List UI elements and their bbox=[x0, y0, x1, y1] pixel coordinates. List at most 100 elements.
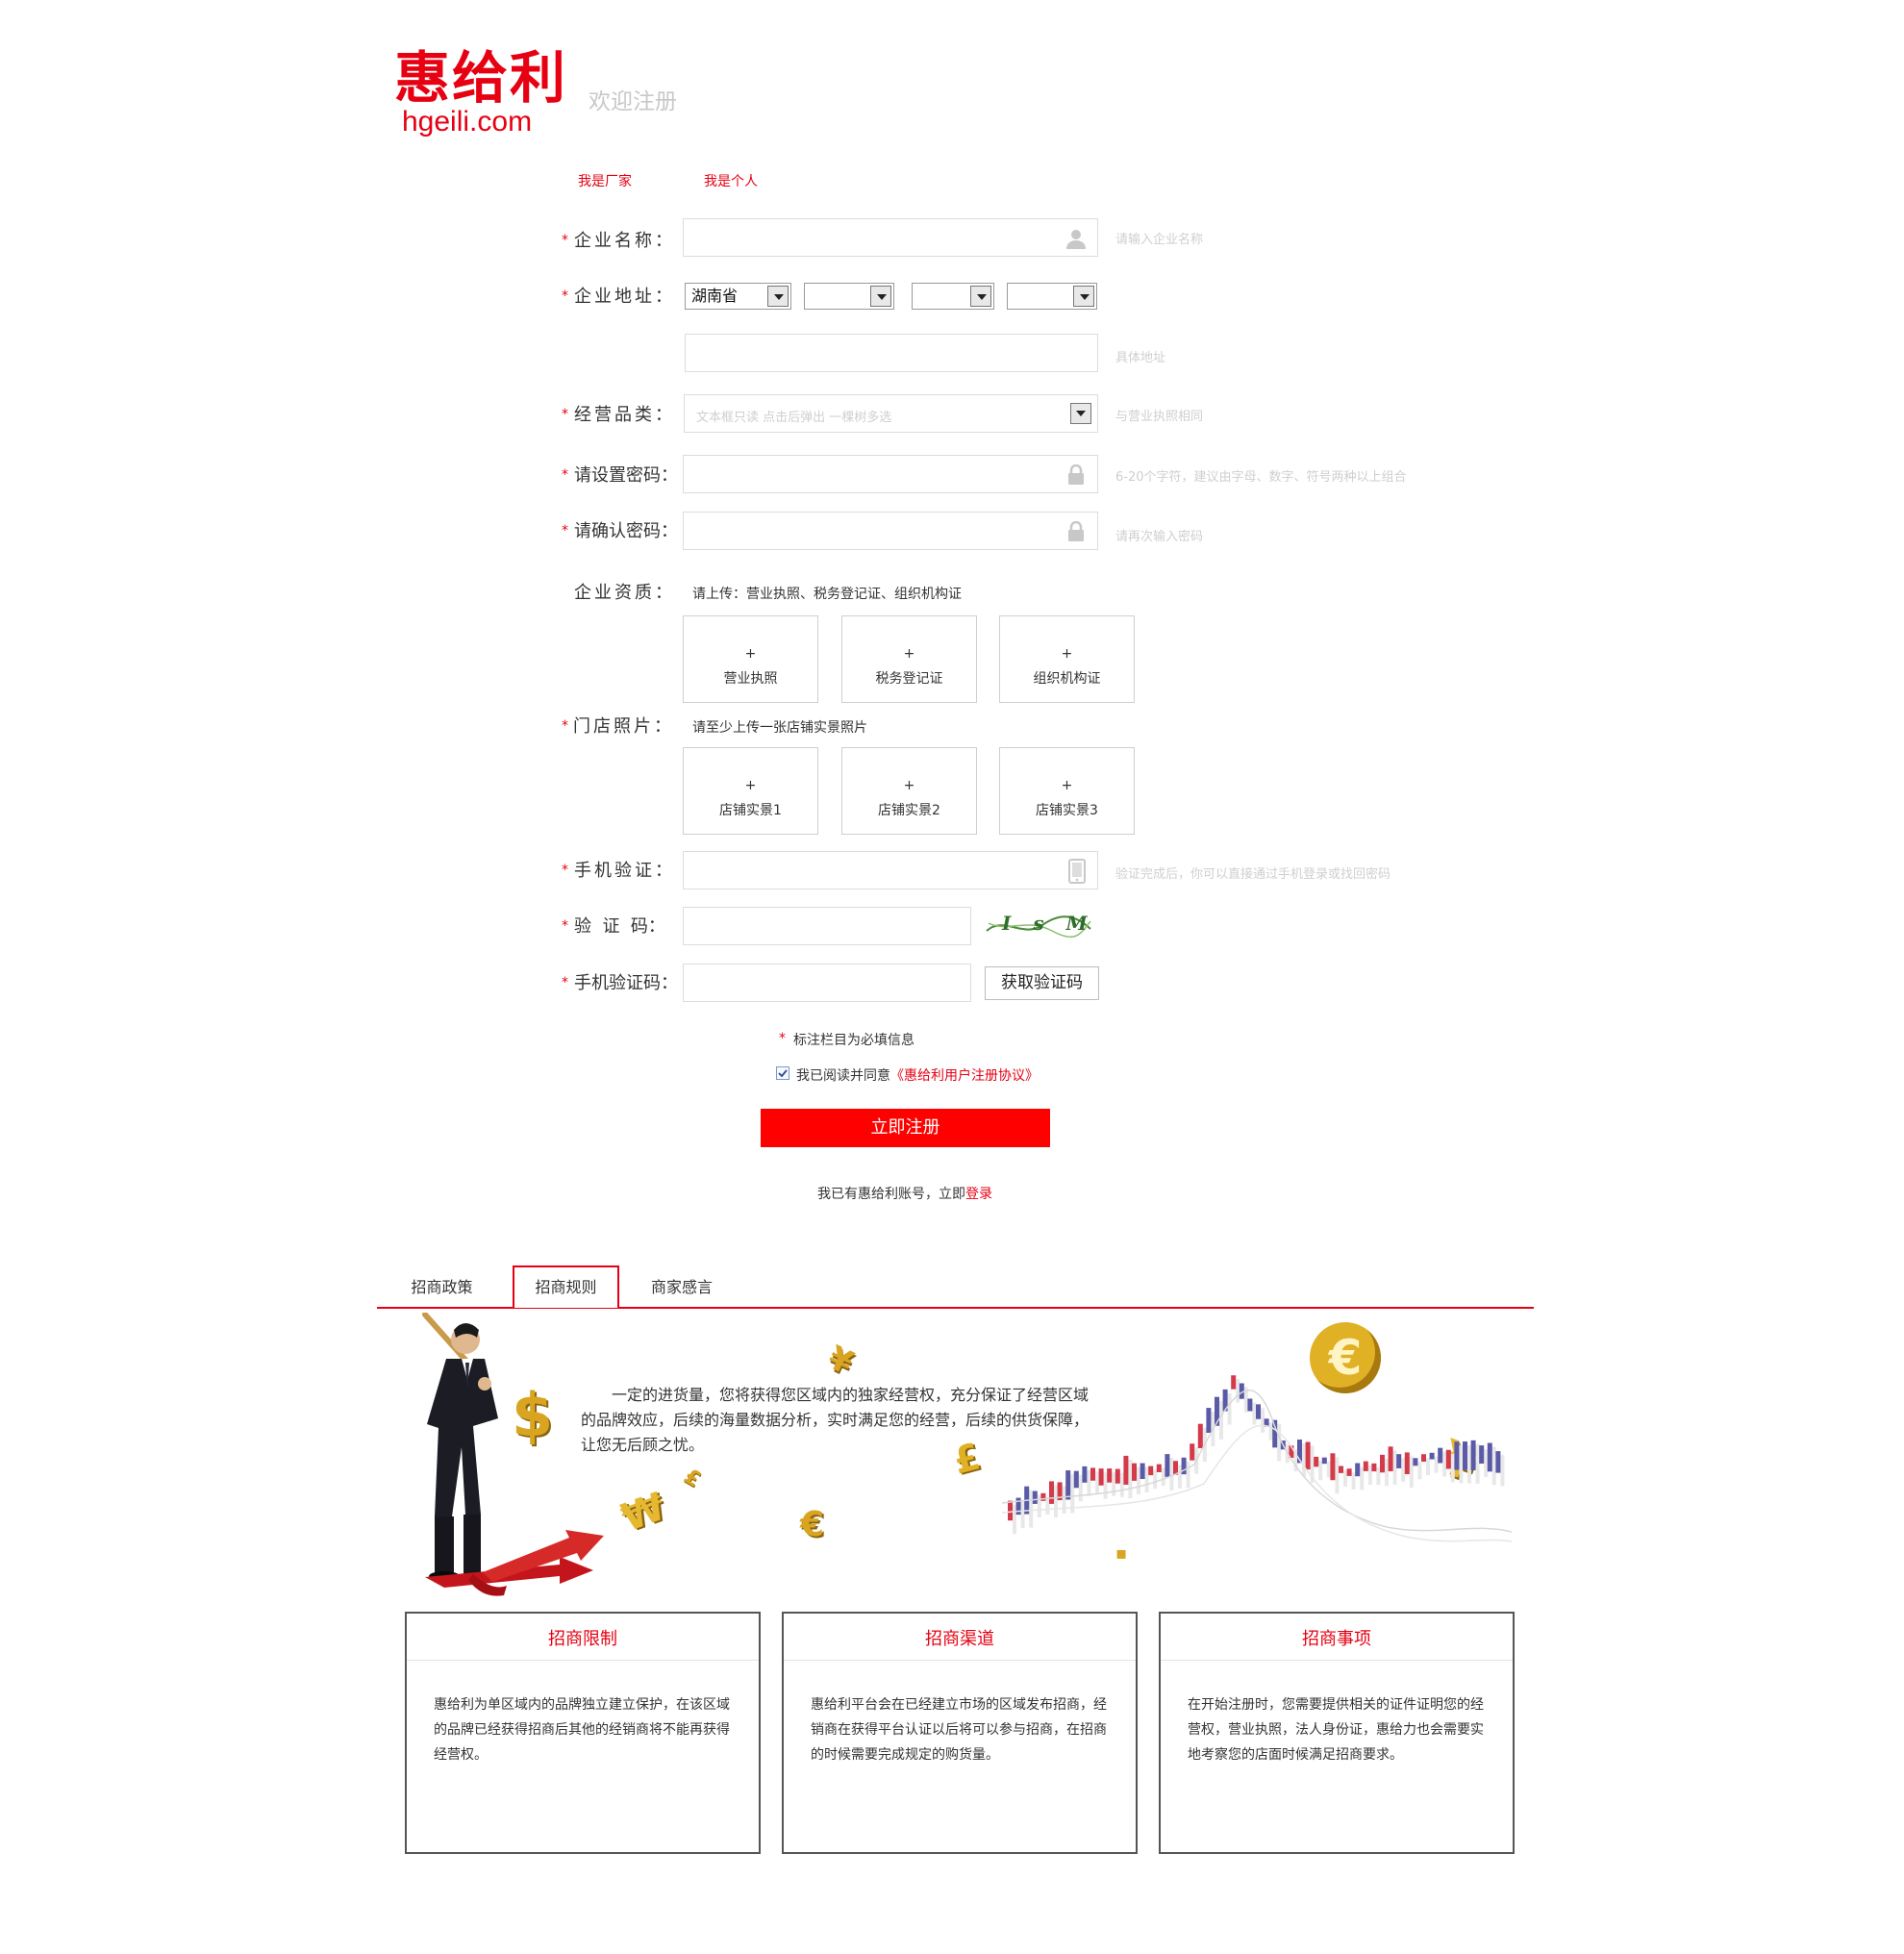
candle-shadow bbox=[1475, 1443, 1480, 1484]
plus-icon: + bbox=[744, 778, 757, 793]
candle-shadow bbox=[1392, 1450, 1397, 1485]
card-restrictions: 招商限制 惠给利为单区域内的品牌独立建立保护，在该区域的品牌已经获得招商后其他的… bbox=[405, 1612, 761, 1854]
candle bbox=[1190, 1443, 1195, 1461]
upload-label: 组织机构证 bbox=[1033, 671, 1101, 687]
candle bbox=[1073, 1470, 1079, 1489]
candle-shadow bbox=[1128, 1459, 1133, 1498]
upload-label: 店铺实景3 bbox=[1036, 803, 1098, 818]
dropdown-arrow-icon bbox=[1070, 403, 1091, 424]
get-code-button[interactable]: 获取验证码 bbox=[985, 966, 1099, 1000]
candle-shadow bbox=[1491, 1446, 1496, 1486]
captcha-image[interactable]: I s M bbox=[985, 910, 1092, 942]
upload-label: 店铺实景1 bbox=[719, 803, 782, 818]
tab-policy[interactable]: 招商政策 bbox=[396, 1267, 488, 1308]
candle bbox=[1355, 1463, 1361, 1477]
password-input[interactable] bbox=[683, 455, 1098, 493]
candle-shadow bbox=[1268, 1422, 1273, 1440]
confirm-password-input[interactable] bbox=[683, 512, 1098, 550]
candle-shadow bbox=[1219, 1400, 1223, 1440]
upload-label: 税务登记证 bbox=[875, 671, 943, 687]
upload-label: 店铺实景2 bbox=[878, 803, 940, 818]
phone-input[interactable] bbox=[683, 851, 1098, 889]
tab-rules[interactable]: 招商规则 bbox=[513, 1265, 619, 1308]
store-photos-label: 门店照片： bbox=[573, 716, 674, 737]
candle-shadow bbox=[1385, 1458, 1389, 1487]
candle bbox=[1082, 1466, 1088, 1483]
login-prompt: 我已有惠给利账号，立即登录 bbox=[817, 1184, 992, 1203]
candle bbox=[1256, 1404, 1261, 1419]
confirm-password-label: 请确认密码： bbox=[574, 521, 678, 541]
company-name-input[interactable] bbox=[683, 218, 1098, 257]
login-link[interactable]: 登录 bbox=[965, 1187, 992, 1202]
candle bbox=[1445, 1449, 1451, 1469]
card-divider bbox=[407, 1660, 759, 1661]
user-icon bbox=[1066, 230, 1086, 249]
candle-shadow bbox=[1409, 1456, 1414, 1489]
agreement-prefix: 我已阅读并同意 bbox=[796, 1068, 890, 1084]
upload-store-photo-1[interactable]: + 店铺实景1 bbox=[683, 747, 818, 835]
company-name-hint: 请输入企业名称 bbox=[1115, 233, 1204, 247]
candle bbox=[1421, 1454, 1426, 1463]
upload-store-photo-2[interactable]: + 店铺实景2 bbox=[841, 747, 977, 835]
card-title: 招商限制 bbox=[548, 1629, 617, 1649]
candle-shadow bbox=[1161, 1467, 1165, 1487]
upload-org-code[interactable]: + 组织机构证 bbox=[999, 615, 1135, 703]
candle-shadow bbox=[1078, 1474, 1083, 1502]
register-button[interactable]: 立即注册 bbox=[761, 1109, 1050, 1147]
candle-shadow bbox=[1029, 1490, 1034, 1528]
candle bbox=[1098, 1468, 1104, 1486]
dropdown-arrow-icon bbox=[1073, 286, 1094, 307]
tab-individual[interactable]: 我是个人 bbox=[704, 171, 758, 190]
sms-code-input[interactable] bbox=[683, 964, 971, 1002]
tab-testimonials[interactable]: 商家感言 bbox=[639, 1267, 725, 1308]
qualification-note: 请上传：营业执照、税务登记证、组织机构证 bbox=[692, 587, 962, 602]
candle bbox=[1156, 1464, 1162, 1473]
district-select[interactable] bbox=[912, 283, 994, 310]
candle-shadow bbox=[1335, 1457, 1340, 1494]
logo-domain[interactable]: hgeili.com bbox=[402, 108, 532, 137]
upload-business-license[interactable]: + 营业执照 bbox=[683, 615, 818, 703]
agreement-text: 我已阅读并同意《惠给利用户注册协议》 bbox=[796, 1065, 1039, 1085]
lock-icon bbox=[1068, 464, 1084, 485]
company-name-label: 企业名称： bbox=[574, 231, 675, 251]
candle-shadow bbox=[1103, 1472, 1108, 1499]
dropdown-arrow-icon bbox=[767, 286, 789, 307]
candle bbox=[1305, 1441, 1311, 1470]
candle-shadow bbox=[1087, 1469, 1091, 1496]
candle bbox=[1463, 1441, 1467, 1470]
town-select[interactable] bbox=[1007, 283, 1097, 310]
category-hint: 与营业执照相同 bbox=[1115, 410, 1204, 424]
candle bbox=[1429, 1452, 1435, 1460]
upload-tax-certificate[interactable]: + 税务登记证 bbox=[841, 615, 977, 703]
captcha-input[interactable] bbox=[683, 907, 971, 945]
upload-store-photo-3[interactable]: + 店铺实景3 bbox=[999, 747, 1135, 835]
candle bbox=[1115, 1468, 1120, 1484]
candle-shadow bbox=[1186, 1461, 1190, 1489]
candle-shadow bbox=[1119, 1472, 1124, 1497]
sms-code-label: 手机验证码： bbox=[574, 973, 678, 993]
candle bbox=[1165, 1454, 1170, 1477]
banner: $ ₩ £ ¥ € £ ▪ € ¥ 一定的进货量，您将获得您区域内的独家经营权，… bbox=[377, 1313, 1534, 1596]
candle bbox=[1479, 1445, 1485, 1465]
logo-text[interactable]: 惠给利 bbox=[394, 50, 567, 106]
login-prefix: 我已有惠给利账号，立即 bbox=[817, 1187, 965, 1202]
required-star: * bbox=[562, 918, 568, 934]
red-arrows-image bbox=[425, 1530, 604, 1596]
banner-text: 一定的进货量，您将获得您区域内的独家经营权，充分保证了经营区域的品牌效应，后续的… bbox=[581, 1386, 1090, 1454]
province-select[interactable]: 湖南省 bbox=[685, 283, 791, 310]
category-label: 经营品类： bbox=[574, 405, 675, 425]
candle bbox=[1495, 1451, 1501, 1473]
tab-manufacturer[interactable]: 我是厂家 bbox=[578, 171, 632, 190]
upload-label: 营业执照 bbox=[723, 671, 778, 687]
plus-icon: + bbox=[903, 778, 915, 793]
candle-shadow bbox=[1434, 1456, 1439, 1473]
card-divider bbox=[784, 1660, 1136, 1661]
province-value: 湖南省 bbox=[691, 287, 739, 305]
city-select[interactable] bbox=[804, 283, 894, 310]
checkbox-checked-icon[interactable] bbox=[776, 1066, 789, 1080]
required-star: * bbox=[562, 523, 568, 539]
agreement-link[interactable]: 《惠给利用户注册协议》 bbox=[890, 1068, 1039, 1084]
category-select[interactable]: 文本框只读 点击后弹出 一棵树多选 bbox=[684, 394, 1098, 433]
address-detail-input[interactable] bbox=[685, 334, 1098, 372]
candle-shadow bbox=[1401, 1458, 1406, 1482]
